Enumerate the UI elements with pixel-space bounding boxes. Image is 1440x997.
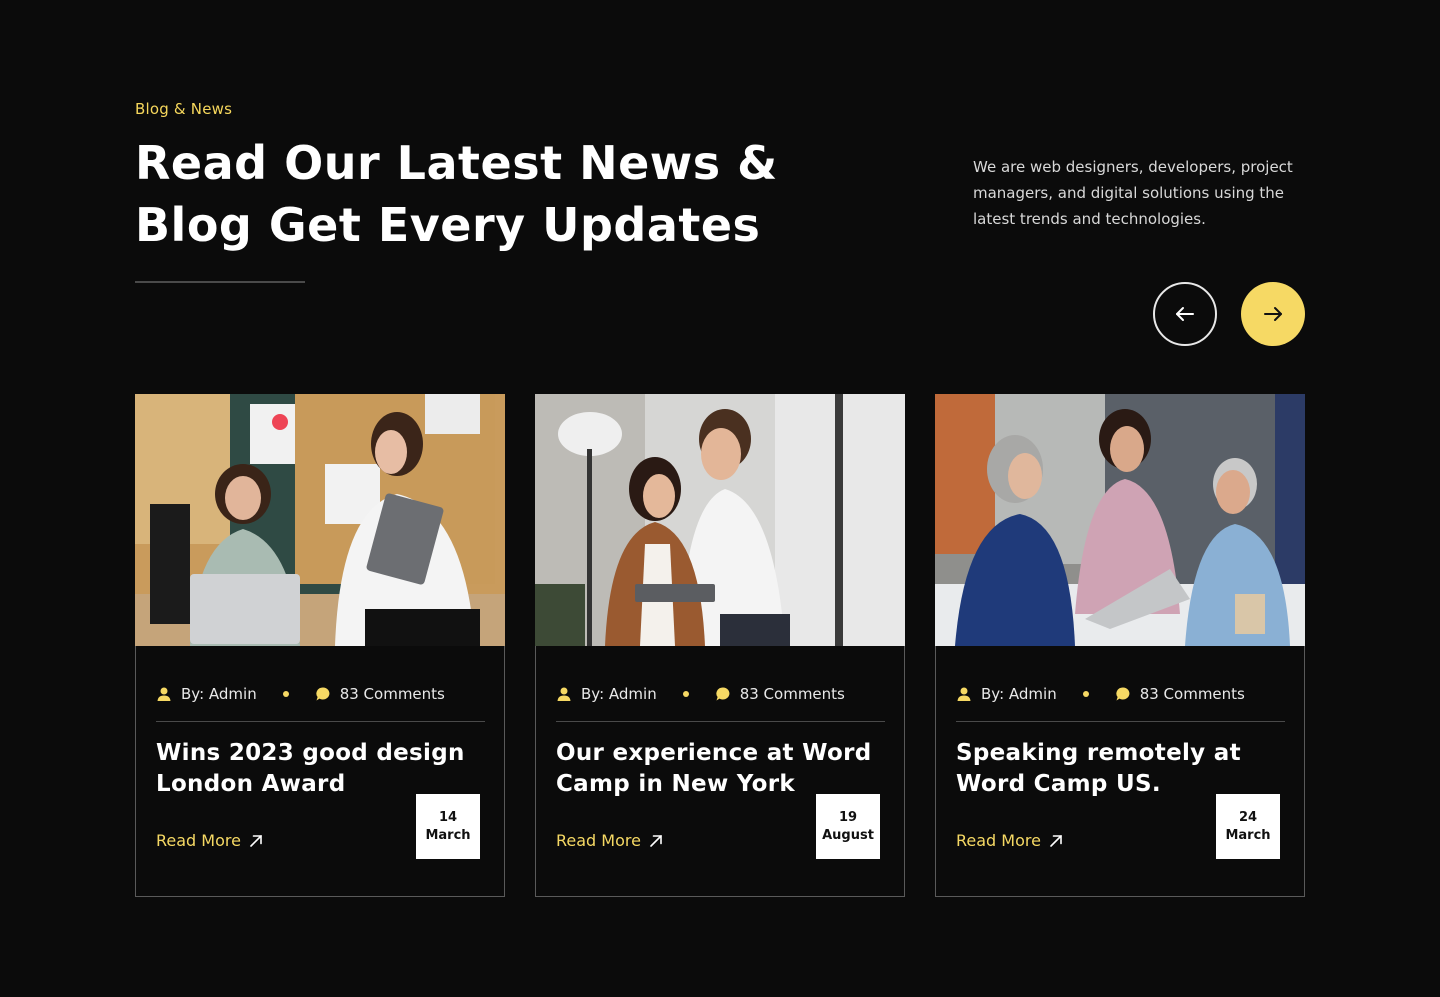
user-icon [157, 687, 171, 701]
post-author[interactable]: By: Admin [956, 685, 1057, 703]
post-title[interactable]: Speaking remotely at Word Camp US. [956, 738, 1276, 800]
post-date-day: 14 [438, 809, 458, 825]
headline-divider [135, 281, 305, 283]
meta-separator-dot [682, 691, 689, 697]
post-title[interactable]: Our experience at Word Camp in New York [556, 738, 876, 800]
post-author-label: By: Admin [981, 685, 1057, 703]
comment-icon [716, 687, 730, 701]
user-icon [957, 687, 971, 701]
prev-slide-button[interactable] [1153, 282, 1217, 346]
arrow-up-right-icon [1050, 834, 1062, 847]
blog-card-image[interactable] [935, 394, 1305, 646]
arrow-up-right-icon [650, 834, 662, 847]
post-comments[interactable]: 83 Comments [715, 685, 845, 703]
read-more-label: Read More [156, 831, 241, 850]
next-slide-button[interactable] [1241, 282, 1305, 346]
post-date-badge: 14 March [416, 794, 480, 859]
section-intro: We are web designers, developers, projec… [973, 158, 1293, 228]
blog-card: By: Admin 83 Comments Our experience at … [535, 394, 905, 897]
blog-card-image[interactable] [535, 394, 905, 646]
read-more-link[interactable]: Read More [956, 831, 1063, 850]
read-more-label: Read More [956, 831, 1041, 850]
user-icon [557, 687, 571, 701]
post-author[interactable]: By: Admin [556, 685, 657, 703]
blog-news-section: Blog & News Read Our Latest News & Blog … [135, 0, 1305, 997]
meta-separator-dot [1082, 691, 1089, 697]
blog-card-image[interactable] [135, 394, 505, 646]
post-meta: By: Admin 83 Comments [556, 681, 885, 722]
post-date-day: 19 [838, 809, 858, 825]
post-comments[interactable]: 83 Comments [1115, 685, 1245, 703]
post-comments-label: 83 Comments [739, 685, 845, 703]
comment-icon [1116, 687, 1130, 701]
arrow-left-icon [1176, 307, 1194, 321]
post-comments[interactable]: 83 Comments [315, 685, 445, 703]
post-date-month: August [822, 827, 874, 843]
post-author[interactable]: By: Admin [156, 685, 257, 703]
blog-card: By: Admin 83 Comments Speaking remotely … [935, 394, 1305, 897]
post-date-day: 24 [1238, 809, 1258, 825]
headline-line-1: Read Our Latest News & [135, 136, 778, 190]
post-title[interactable]: Wins 2023 good design London Award [156, 738, 476, 800]
post-author-label: By: Admin [181, 685, 257, 703]
section-eyebrow: Blog & News [135, 100, 233, 118]
post-comments-label: 83 Comments [339, 685, 445, 703]
read-more-label: Read More [556, 831, 641, 850]
post-date-badge: 24 March [1216, 794, 1280, 859]
arrow-right-icon [1264, 307, 1282, 321]
post-comments-label: 83 Comments [1139, 685, 1245, 703]
post-date-month: March [1225, 827, 1271, 843]
post-meta: By: Admin 83 Comments [156, 681, 485, 722]
section-headline: Read Our Latest News & Blog Get Every Up… [135, 132, 835, 256]
read-more-link[interactable]: Read More [556, 831, 663, 850]
post-meta: By: Admin 83 Comments [956, 681, 1285, 722]
arrow-up-right-icon [250, 834, 262, 847]
comment-icon [316, 687, 330, 701]
post-date-badge: 19 August [816, 794, 880, 859]
post-author-label: By: Admin [581, 685, 657, 703]
post-date-month: March [425, 827, 471, 843]
read-more-link[interactable]: Read More [156, 831, 263, 850]
blog-card: By: Admin 83 Comments Wins 2023 good des… [135, 394, 505, 897]
headline-line-2: Blog Get Every Updates [135, 198, 761, 252]
meta-separator-dot [282, 691, 289, 697]
